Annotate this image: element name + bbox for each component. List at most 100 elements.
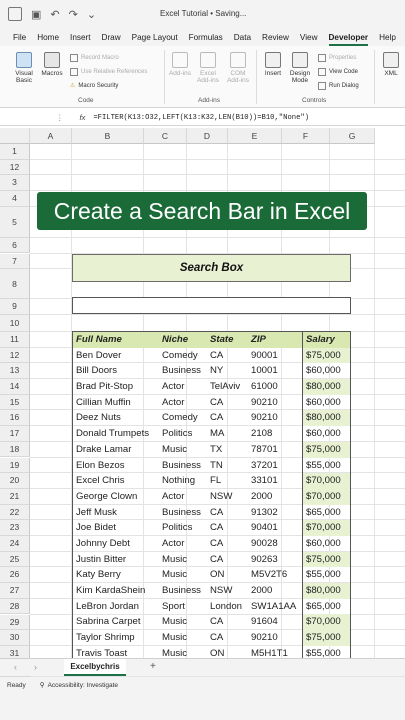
table-cell[interactable]: CA (207, 552, 248, 568)
insert-control-button[interactable]: Insert (262, 52, 284, 77)
row-header-21[interactable]: 21 (0, 488, 30, 505)
row-header-4[interactable]: 4 (0, 191, 30, 207)
table-cell[interactable]: $55,000 (302, 457, 350, 474)
table-cell[interactable]: George Clown (73, 489, 159, 505)
tab-home[interactable]: Home (37, 33, 59, 42)
properties-button[interactable]: Properties (318, 54, 356, 62)
table-cell[interactable]: $75,000 (302, 441, 350, 458)
table-cell[interactable]: Business (159, 505, 207, 521)
record-macro-button[interactable]: Record Macro (70, 54, 119, 62)
table-cell[interactable]: Elon Bezos (73, 458, 159, 474)
table-cell[interactable]: $65,000 (302, 598, 350, 615)
tab-insert[interactable]: Insert (70, 33, 90, 42)
tab-help[interactable]: Help (379, 33, 396, 42)
table-header-cell[interactable]: State (207, 332, 248, 348)
row-header-24[interactable]: 24 (0, 536, 30, 552)
table-cell[interactable]: Actor (159, 379, 207, 395)
table-cell[interactable]: NY (207, 363, 248, 379)
table-header-cell[interactable]: Niche (159, 332, 207, 348)
row-header-2[interactable]: 12 (0, 159, 30, 176)
table-cell[interactable]: Comedy (159, 348, 207, 364)
table-cell[interactable]: 78701 (248, 442, 302, 458)
table-cell[interactable]: 2000 (248, 583, 302, 599)
table-cell[interactable]: Music (159, 630, 207, 646)
row-header-25[interactable]: 25 (0, 551, 30, 568)
table-cell[interactable]: $70,000 (302, 520, 350, 536)
relative-references-button[interactable]: Use Relative References (70, 68, 147, 76)
undo-icon[interactable]: ↶ (50, 8, 59, 21)
formula-bar-options-icon[interactable]: ⋮ (56, 113, 64, 122)
table-cell[interactable]: Business (159, 363, 207, 379)
table-cell[interactable]: Donald Trumpets (73, 426, 159, 442)
sheet-tab-excelbychris[interactable]: Excelbychris (64, 659, 126, 676)
table-header-cell[interactable]: Salary (302, 332, 350, 348)
row-header-16[interactable]: 16 (0, 410, 30, 427)
column-header-b[interactable]: B (72, 128, 144, 144)
table-cell[interactable]: $80,000 (302, 583, 350, 599)
table-cell[interactable]: $70,000 (302, 488, 350, 505)
table-cell[interactable]: 90210 (248, 410, 302, 426)
row-header-17[interactable]: 17 (0, 426, 30, 442)
table-cell[interactable]: 61000 (248, 379, 302, 395)
table-cell[interactable]: Excel Chris (73, 473, 159, 489)
table-cell[interactable]: $65,000 (302, 504, 350, 521)
redo-icon[interactable]: ↷ (69, 8, 78, 21)
row-header-6[interactable]: 6 (0, 237, 30, 254)
row-header-20[interactable]: 20 (0, 473, 30, 489)
table-cell[interactable]: 2000 (248, 489, 302, 505)
table-cell[interactable]: TX (207, 442, 248, 458)
table-cell[interactable]: CA (207, 505, 248, 521)
table-cell[interactable]: 37201 (248, 458, 302, 474)
table-cell[interactable]: Business (159, 458, 207, 474)
table-cell[interactable]: Brad Pit-Stop (73, 379, 159, 395)
tab-formulas[interactable]: Formulas (189, 33, 223, 42)
table-cell[interactable]: $75,000 (302, 630, 350, 646)
table-cell[interactable]: M5V2T6 (248, 567, 302, 583)
tab-page-layout[interactable]: Page Layout (132, 33, 178, 42)
table-cell[interactable]: CA (207, 614, 248, 630)
search-input-cell[interactable] (72, 297, 351, 314)
table-cell[interactable]: $55,000 (302, 567, 350, 583)
table-cell[interactable]: $80,000 (302, 379, 350, 395)
table-cell[interactable]: Bill Doors (73, 363, 159, 379)
table-cell[interactable]: MA (207, 426, 248, 442)
save-icon[interactable]: ▣ (31, 8, 41, 21)
row-header-13[interactable]: 13 (0, 363, 30, 379)
row-header-30[interactable]: 30 (0, 630, 30, 646)
com-add-ins-button[interactable]: COM Add-ins (224, 52, 252, 84)
table-cell[interactable]: London (207, 599, 248, 615)
table-header-cell[interactable]: Full Name (73, 332, 159, 348)
macro-security-button[interactable]: ⚠ Macro Security (70, 82, 118, 90)
table-cell[interactable]: $60,000 (302, 426, 350, 442)
row-header-9[interactable]: 9 (0, 299, 30, 315)
row-header-11[interactable]: 11 (0, 331, 30, 348)
column-header-a[interactable]: A (30, 128, 72, 144)
tab-file[interactable]: File (13, 33, 26, 42)
tab-data[interactable]: Data (234, 33, 251, 42)
table-cell[interactable]: $60,000 (302, 535, 350, 552)
table-cell[interactable]: $75,000 (302, 551, 350, 568)
table-cell[interactable]: 90401 (248, 520, 302, 536)
table-cell[interactable]: Sabrina Carpet (73, 614, 159, 630)
table-cell[interactable]: 90028 (248, 536, 302, 552)
table-cell[interactable]: Music (159, 552, 207, 568)
table-cell[interactable]: Johnny Debt (73, 536, 159, 552)
row-header-14[interactable]: 14 (0, 379, 30, 395)
customize-qat-icon[interactable]: ⌄ (87, 8, 96, 21)
view-code-button[interactable]: View Code (318, 68, 358, 76)
row-header-29[interactable]: 29 (0, 614, 30, 631)
row-header-5[interactable]: 5 (0, 206, 30, 238)
tab-draw[interactable]: Draw (102, 33, 121, 42)
table-cell[interactable]: Ben Dover (73, 348, 159, 364)
table-cell[interactable]: Kim KardaShein (73, 583, 159, 599)
table-cell[interactable]: Jeff Musk (73, 505, 159, 521)
add-ins-button[interactable]: Add-ins (168, 52, 192, 77)
table-cell[interactable]: TelAviv (207, 379, 248, 395)
table-cell[interactable]: Sport (159, 599, 207, 615)
table-cell[interactable]: Nothing (159, 473, 207, 489)
row-header-28[interactable]: 28 (0, 598, 30, 615)
table-cell[interactable]: CA (207, 630, 248, 646)
row-header-7[interactable]: 7 (0, 253, 30, 270)
table-cell[interactable]: 91302 (248, 505, 302, 521)
tab-view[interactable]: View (300, 33, 318, 42)
